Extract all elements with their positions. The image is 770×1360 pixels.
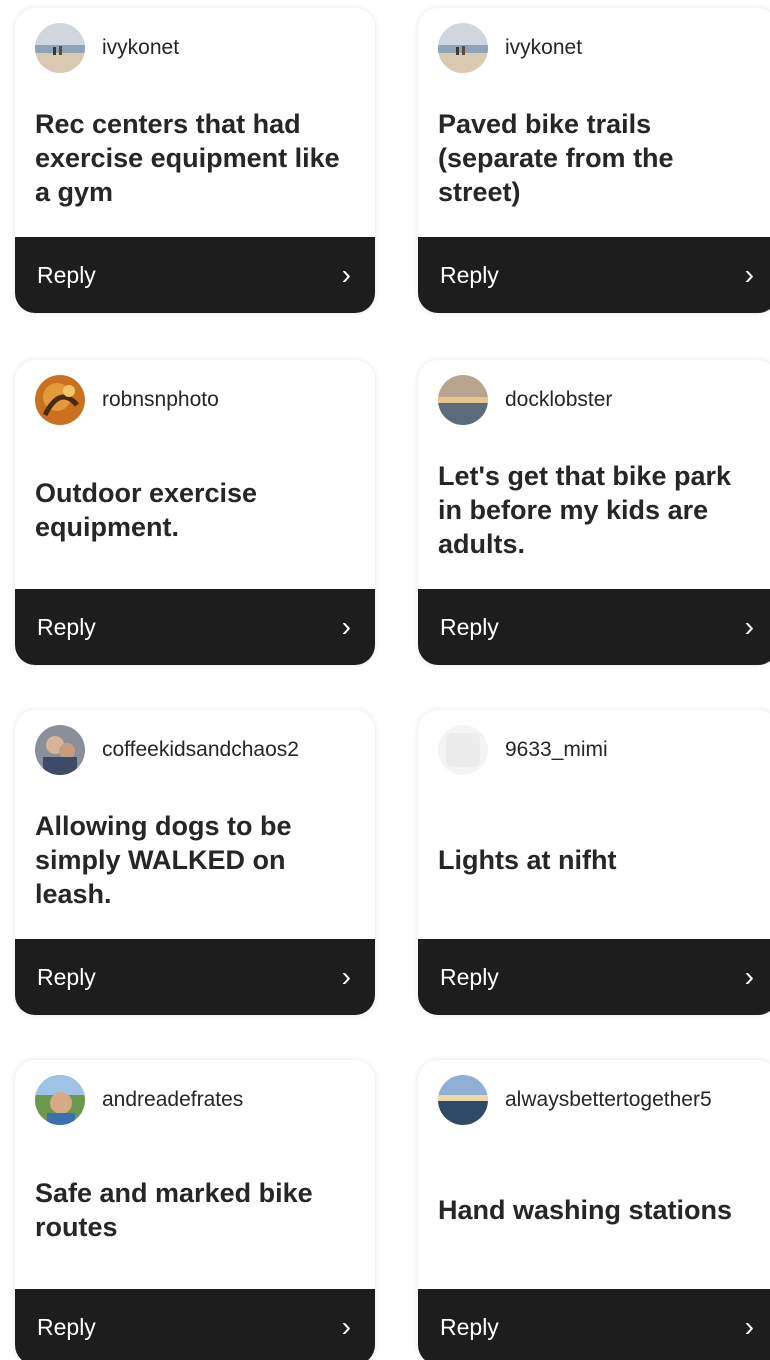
comment-body: Outdoor exercise equipment. bbox=[35, 430, 355, 589]
username[interactable]: docklobster bbox=[505, 388, 612, 412]
comment-body: Hand washing stations bbox=[438, 1130, 758, 1289]
reply-button[interactable]: Reply › bbox=[418, 589, 770, 665]
username[interactable]: 9633_mimi bbox=[505, 738, 608, 762]
username[interactable]: alwaysbettertogether5 bbox=[505, 1088, 712, 1112]
reply-button[interactable]: Reply › bbox=[418, 1289, 770, 1360]
comment-text: Lights at nifht bbox=[438, 844, 617, 875]
comment-body: Safe and marked bike routes bbox=[35, 1130, 355, 1289]
response-card: coffeekidsandchaos2 Allowing dogs to be … bbox=[15, 710, 375, 1015]
avatar[interactable] bbox=[438, 23, 488, 73]
chevron-right-icon: › bbox=[744, 961, 754, 992]
comment-body: Rec centers that had exercise equipment … bbox=[35, 78, 355, 237]
reply-label: Reply bbox=[37, 963, 96, 990]
username[interactable]: coffeekidsandchaos2 bbox=[102, 738, 299, 762]
comment-text: Hand washing stations bbox=[438, 1194, 733, 1225]
avatar[interactable] bbox=[35, 1075, 85, 1125]
card-header: ivykonet bbox=[438, 22, 582, 74]
reply-label: Reply bbox=[440, 261, 499, 288]
comment-text: Allowing dogs to be simply WALKED on lea… bbox=[35, 810, 292, 909]
reply-label: Reply bbox=[37, 613, 96, 640]
card-header: 9633_mimi bbox=[438, 724, 608, 776]
card-header: robnsnphoto bbox=[35, 374, 219, 426]
response-card: 9633_mimi Lights at nifht Reply › bbox=[418, 710, 770, 1015]
reply-button[interactable]: Reply › bbox=[15, 939, 375, 1015]
comment-body: Allowing dogs to be simply WALKED on lea… bbox=[35, 780, 355, 939]
username[interactable]: andreadefrates bbox=[102, 1088, 243, 1112]
card-header: andreadefrates bbox=[35, 1074, 243, 1126]
reply-button[interactable]: Reply › bbox=[15, 589, 375, 665]
response-card: ivykonet Paved bike trails (separate fro… bbox=[418, 8, 770, 313]
response-card: andreadefrates Safe and marked bike rout… bbox=[15, 1060, 375, 1360]
comment-body: Let's get that bike park in before my ki… bbox=[438, 430, 758, 589]
username[interactable]: robnsnphoto bbox=[102, 388, 219, 412]
reply-button[interactable]: Reply › bbox=[418, 237, 770, 313]
card-header: coffeekidsandchaos2 bbox=[35, 724, 299, 776]
card-header: docklobster bbox=[438, 374, 612, 426]
response-card: robnsnphoto Outdoor exercise equipment. … bbox=[15, 360, 375, 665]
comment-text: Safe and marked bike routes bbox=[35, 1177, 313, 1242]
chevron-right-icon: › bbox=[744, 1311, 754, 1342]
response-card: docklobster Let's get that bike park in … bbox=[418, 360, 770, 665]
avatar[interactable] bbox=[438, 1075, 488, 1125]
card-header: ivykonet bbox=[35, 22, 179, 74]
avatar[interactable] bbox=[438, 375, 488, 425]
reply-label: Reply bbox=[440, 963, 499, 990]
reply-button[interactable]: Reply › bbox=[418, 939, 770, 1015]
chevron-right-icon: › bbox=[341, 961, 351, 992]
avatar[interactable] bbox=[438, 725, 488, 775]
reply-button[interactable]: Reply › bbox=[15, 237, 375, 313]
comment-text: Outdoor exercise equipment. bbox=[35, 477, 258, 542]
card-header: alwaysbettertogether5 bbox=[438, 1074, 712, 1126]
comment-text: Let's get that bike park in before my ki… bbox=[438, 460, 731, 559]
reply-label: Reply bbox=[37, 1313, 96, 1340]
reply-button[interactable]: Reply › bbox=[15, 1289, 375, 1360]
username[interactable]: ivykonet bbox=[102, 36, 179, 60]
avatar[interactable] bbox=[35, 23, 85, 73]
comment-body: Paved bike trails (separate from the str… bbox=[438, 78, 758, 237]
chevron-right-icon: › bbox=[341, 1311, 351, 1342]
reply-label: Reply bbox=[37, 261, 96, 288]
chevron-right-icon: › bbox=[341, 611, 351, 642]
chevron-right-icon: › bbox=[341, 259, 351, 290]
response-card: alwaysbettertogether5 Hand washing stati… bbox=[418, 1060, 770, 1360]
username[interactable]: ivykonet bbox=[505, 36, 582, 60]
avatar[interactable] bbox=[35, 375, 85, 425]
chevron-right-icon: › bbox=[744, 259, 754, 290]
avatar[interactable] bbox=[35, 725, 85, 775]
comment-text: Rec centers that had exercise equipment … bbox=[35, 108, 340, 207]
reply-label: Reply bbox=[440, 1313, 499, 1340]
response-card: ivykonet Rec centers that had exercise e… bbox=[15, 8, 375, 313]
comment-text: Paved bike trails (separate from the str… bbox=[438, 108, 674, 207]
comment-body: Lights at nifht bbox=[438, 780, 758, 939]
reply-label: Reply bbox=[440, 613, 499, 640]
chevron-right-icon: › bbox=[744, 611, 754, 642]
